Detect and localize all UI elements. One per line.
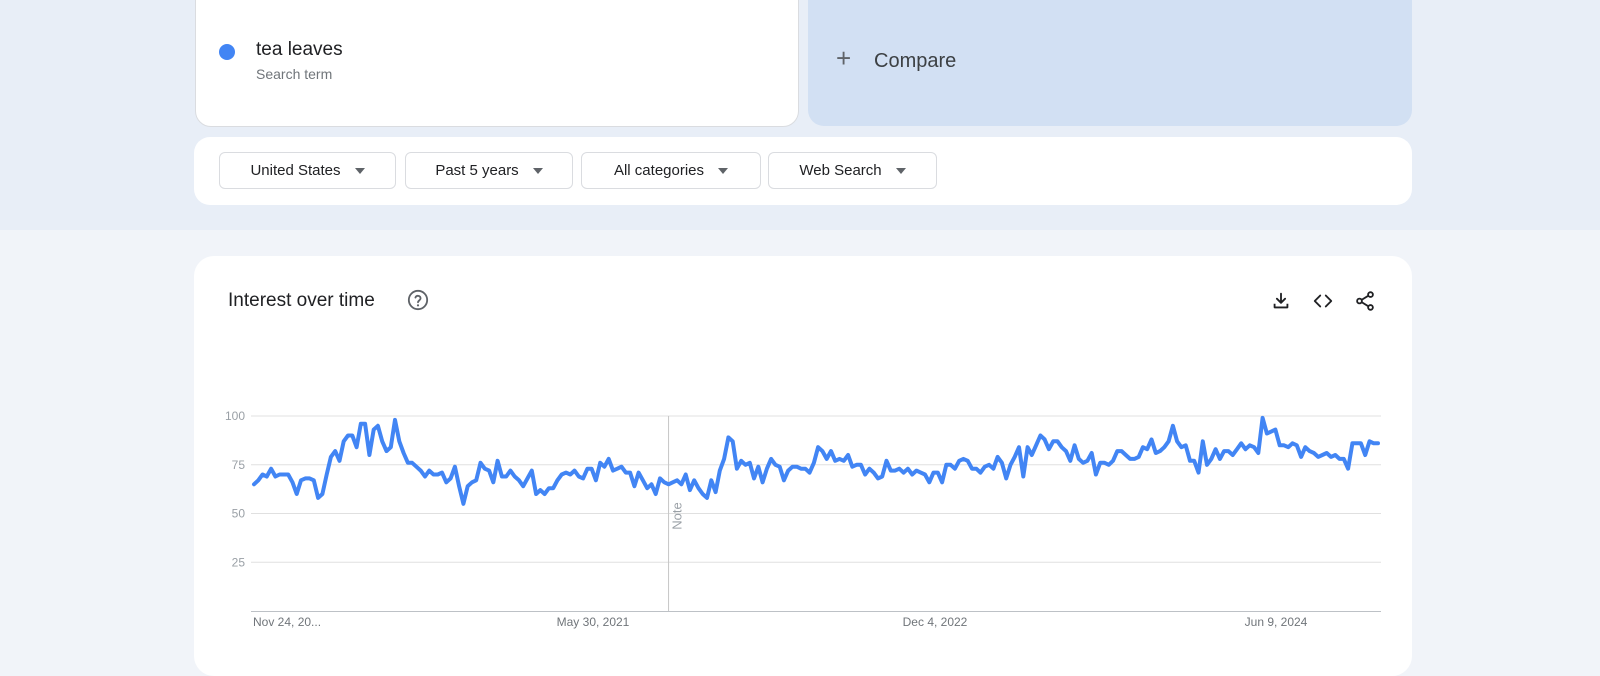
compare-button[interactable]: + Compare (808, 0, 1412, 126)
dropdown-arrow-icon (532, 167, 543, 174)
x-tick-label: Nov 24, 20... (253, 615, 321, 629)
interest-line-chart[interactable]: 25 50 75 100 Note Nov 24, 20... May 30, 2021 De… (194, 256, 1412, 648)
dropdown-arrow-icon (354, 167, 365, 174)
search-type-label: Web Search (799, 162, 882, 179)
series-line-tea-leaves[interactable] (252, 415, 1380, 506)
category-dropdown[interactable]: All categories (581, 152, 761, 189)
search-term-card[interactable]: tea leaves Search term (195, 0, 799, 127)
compare-label: Compare (874, 50, 957, 72)
category-label: All categories (613, 162, 705, 179)
interest-over-time-card: Interest over time 25 50 75 100 Note Nov 24, … (194, 256, 1412, 676)
search-term-subtitle: Search term (256, 66, 333, 82)
dropdown-arrow-icon (718, 167, 729, 174)
x-tick-label: Dec 4, 2022 (903, 615, 968, 629)
search-type-dropdown[interactable]: Web Search (768, 152, 937, 189)
note-label[interactable]: Note (670, 502, 685, 529)
filter-bar: United States Past 5 years All categorie… (194, 137, 1412, 205)
y-tick-label: 100 (225, 409, 245, 423)
y-tick-label: 75 (232, 458, 246, 472)
series-color-dot (219, 44, 235, 60)
plus-icon: + (836, 43, 852, 73)
time-range-dropdown[interactable]: Past 5 years (405, 152, 573, 189)
search-term-name[interactable]: tea leaves (256, 39, 343, 61)
region-dropdown[interactable]: United States (219, 152, 396, 189)
region-label: United States (250, 162, 341, 179)
y-tick-label: 25 (232, 555, 246, 569)
time-range-label: Past 5 years (435, 162, 519, 179)
x-tick-label: Jun 9, 2024 (1245, 615, 1308, 629)
dropdown-arrow-icon (895, 167, 906, 174)
y-tick-label: 50 (232, 507, 246, 521)
x-tick-label: May 30, 2021 (557, 615, 630, 629)
